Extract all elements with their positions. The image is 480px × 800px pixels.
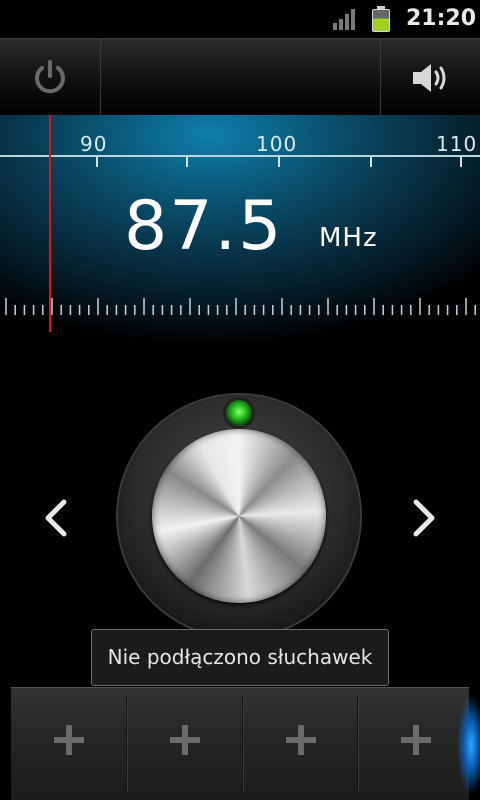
preset-slot-3[interactable] [243,688,358,800]
frequency-tuner[interactable]: 90 100 110 87.5 MHz [0,115,480,340]
signal-strength-icon [333,9,357,30]
scale-tick [460,157,462,167]
scale-label: 90 [80,132,108,156]
chevron-right-icon [413,499,435,537]
battery-icon [372,6,390,32]
tuning-needle [49,115,51,332]
tuning-knob[interactable] [118,395,360,637]
status-clock: 21:20 [405,6,476,31]
preset-slot-1[interactable] [11,688,126,800]
scale-tick [278,157,280,167]
frequency-unit: MHz [319,223,378,253]
preset-bar [11,687,469,800]
power-icon [35,60,65,94]
knob-indicator-light [226,400,252,426]
radio-toolbar [0,38,480,116]
chevron-left-icon [45,499,67,537]
scale-tick [96,157,98,167]
frequency-value: 87.5 [124,187,284,266]
tuning-knob-area [0,340,480,637]
seek-next-button[interactable] [404,492,444,544]
fine-tick-scale [5,298,476,315]
scale-label: 100 [256,132,298,156]
seek-prev-button[interactable] [36,492,76,544]
power-button[interactable] [0,39,100,116]
scroll-edge-glow [457,690,480,800]
fm-radio-screen: 21:20 90 100 110 87.5 MHz Nie podłączono… [0,0,480,800]
knob-dial [152,429,326,603]
plus-icon [170,725,200,755]
plus-icon [286,725,316,755]
preset-slot-2[interactable] [127,688,242,800]
plus-icon [401,725,431,755]
speaker-icon [413,64,446,92]
speaker-button[interactable] [381,39,480,116]
scale-tick [186,157,188,167]
toolbar-divider [100,39,101,116]
scale-tick [370,157,372,167]
status-bar: 21:20 [0,0,480,38]
scale-label: 110 [436,132,478,156]
scale-line [0,155,480,157]
toast-message: Nie podłączono słuchawek [91,629,389,686]
preset-slot-4[interactable] [358,688,473,800]
plus-icon [54,725,84,755]
